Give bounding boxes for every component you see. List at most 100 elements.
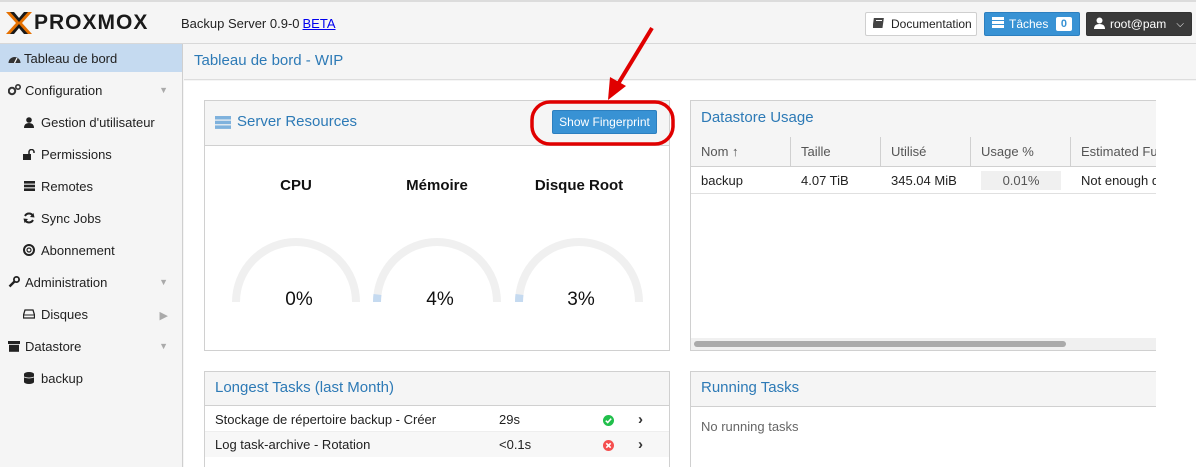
server-icon bbox=[21, 178, 37, 194]
annotation-arrow-head bbox=[608, 77, 626, 100]
running-tasks-panel: Running Tasks No running tasks bbox=[690, 371, 1156, 467]
usage-progress-bar: 0.01% bbox=[981, 171, 1061, 190]
cell-estimated: Not enough d bbox=[1081, 173, 1156, 188]
server-icon bbox=[215, 116, 231, 132]
sidebar-item-label: Gestion d'utilisateur bbox=[41, 114, 155, 130]
sidebar-item-label: Datastore bbox=[25, 338, 82, 354]
chevron-down-icon[interactable]: ▼ bbox=[159, 277, 168, 287]
user-menu-button[interactable]: root@pam ⌵ bbox=[1086, 12, 1192, 36]
sidebar-item-label: Configuration bbox=[25, 82, 103, 98]
sidebar-item-label: Administration bbox=[25, 274, 108, 290]
disk-gauge-title: Disque Root bbox=[534, 177, 624, 194]
chevron-down-icon[interactable]: ▼ bbox=[159, 85, 168, 95]
running-tasks-title: Running Tasks bbox=[701, 379, 800, 396]
hdd-icon bbox=[21, 306, 37, 322]
proxmox-logo: PROXMOX bbox=[6, 11, 148, 35]
annotation-highlight-ring bbox=[530, 100, 675, 146]
table-row[interactable]: backup 4.07 TiB 345.04 MiB 0.01% Not eno… bbox=[691, 167, 1156, 194]
column-header-label: Utilisé bbox=[891, 144, 927, 159]
sidebar-item-label: Remotes bbox=[41, 178, 94, 194]
chevron-right-icon[interactable]: › bbox=[638, 411, 643, 428]
chevron-right-icon[interactable]: › bbox=[638, 436, 643, 453]
datastore-usage-title: Datastore Usage bbox=[701, 109, 814, 126]
sidebar-item-user-management[interactable]: Gestion d'utilisateur bbox=[0, 108, 182, 136]
support-icon bbox=[21, 242, 37, 258]
user-label: root@pam bbox=[1110, 17, 1167, 31]
sidebar-item-disks[interactable]: Disques ▶ bbox=[0, 300, 182, 328]
task-name: Stockage de répertoire backup - Créer bbox=[215, 412, 437, 427]
wrench-icon bbox=[6, 274, 22, 290]
sidebar-item-datastore[interactable]: Datastore ▼ bbox=[0, 332, 182, 360]
sidebar-item-label: Disques bbox=[41, 306, 88, 322]
task-duration: <0.1s bbox=[499, 437, 532, 452]
tasks-label: Tâches bbox=[1009, 17, 1049, 31]
cpu-gauge-value: 0% bbox=[285, 289, 313, 310]
chevron-down-icon[interactable]: ▼ bbox=[159, 341, 168, 351]
memory-gauge-title: Mémoire bbox=[406, 177, 468, 194]
sidebar-item-subscription[interactable]: Abonnement bbox=[0, 236, 182, 264]
annotation-overlay bbox=[530, 26, 675, 146]
cell-used: 345.04 MiB bbox=[891, 173, 957, 188]
sidebar-item-label: backup bbox=[41, 370, 83, 386]
tasks-button[interactable]: Tâches 0 bbox=[984, 12, 1080, 36]
chevron-down-icon: ⌵ bbox=[1176, 18, 1184, 30]
beta-link[interactable]: BETA bbox=[303, 16, 336, 31]
documentation-label: Documentation bbox=[891, 17, 972, 31]
unlock-icon bbox=[21, 146, 37, 162]
sidebar: Tableau de bord Configuration ▼ Gestion … bbox=[0, 44, 183, 467]
sidebar-item-dashboard[interactable]: Tableau de bord bbox=[0, 44, 182, 72]
horizontal-scrollbar[interactable] bbox=[691, 338, 1156, 350]
sidebar-item-label: Abonnement bbox=[41, 242, 115, 258]
user-icon bbox=[21, 114, 37, 130]
check-circle-icon bbox=[603, 414, 614, 429]
version-text: Backup Server 0.9-0 bbox=[181, 16, 300, 31]
cell-size: 4.07 TiB bbox=[801, 173, 849, 188]
list-icon bbox=[992, 17, 1004, 31]
column-header-label: Estimated Fu bbox=[1081, 144, 1156, 159]
gears-icon bbox=[6, 82, 22, 98]
cell-name: backup bbox=[701, 173, 743, 188]
sidebar-item-backup[interactable]: backup bbox=[0, 364, 182, 392]
page-title-bar: Tableau de bord - WIP bbox=[184, 44, 1196, 80]
sidebar-item-label: Permissions bbox=[41, 146, 112, 162]
sidebar-item-administration[interactable]: Administration ▼ bbox=[0, 268, 182, 296]
memory-gauge-value: 4% bbox=[426, 289, 454, 310]
disk-gauge-value: 3% bbox=[567, 289, 595, 310]
book-icon bbox=[872, 17, 885, 32]
column-header-usage[interactable]: Usage % bbox=[971, 137, 1071, 167]
task-row[interactable]: Log task-archive - Rotation <0.1s › bbox=[205, 432, 669, 457]
running-tasks-empty-text: No running tasks bbox=[701, 419, 799, 434]
sidebar-item-label: Tableau de bord bbox=[24, 50, 118, 66]
task-name: Log task-archive - Rotation bbox=[215, 437, 371, 452]
longest-tasks-title: Longest Tasks (last Month) bbox=[215, 379, 394, 396]
server-resources-title: Server Resources bbox=[237, 113, 358, 130]
dashboard-icon bbox=[6, 50, 22, 66]
sidebar-item-remotes[interactable]: Remotes bbox=[0, 172, 182, 200]
cell-usage: 0.01% bbox=[1002, 173, 1040, 188]
column-header-used[interactable]: Utilisé bbox=[881, 137, 971, 167]
column-header-name[interactable]: Nom ↑ bbox=[691, 137, 791, 167]
archive-icon bbox=[6, 338, 22, 354]
task-row[interactable]: Stockage de répertoire backup - Créer 29… bbox=[205, 407, 669, 432]
column-header-label: Nom ↑ bbox=[701, 144, 739, 159]
column-header-estimated[interactable]: Estimated Fu bbox=[1071, 137, 1156, 167]
page-title: Tableau de bord - WIP bbox=[194, 52, 344, 69]
task-duration: 29s bbox=[499, 412, 520, 427]
sidebar-item-configuration[interactable]: Configuration ▼ bbox=[0, 76, 182, 104]
column-header-label: Taille bbox=[801, 144, 831, 159]
refresh-icon bbox=[21, 210, 37, 226]
tasks-count-badge: 0 bbox=[1055, 17, 1072, 31]
sidebar-item-permissions[interactable]: Permissions bbox=[0, 140, 182, 168]
sidebar-item-label: Sync Jobs bbox=[41, 210, 101, 226]
chevron-right-icon[interactable]: ▶ bbox=[160, 309, 168, 322]
scrollbar-thumb[interactable] bbox=[694, 341, 1066, 347]
column-header-size[interactable]: Taille bbox=[791, 137, 881, 167]
documentation-button[interactable]: Documentation bbox=[865, 12, 977, 36]
database-icon bbox=[21, 370, 37, 386]
sidebar-item-sync-jobs[interactable]: Sync Jobs bbox=[0, 204, 182, 232]
user-icon bbox=[1094, 17, 1105, 32]
error-circle-icon bbox=[603, 439, 614, 454]
logo-text: PROXMOX bbox=[34, 11, 149, 34]
cpu-gauge-title: CPU bbox=[280, 177, 312, 194]
annotation-arrow-line bbox=[616, 26, 654, 86]
